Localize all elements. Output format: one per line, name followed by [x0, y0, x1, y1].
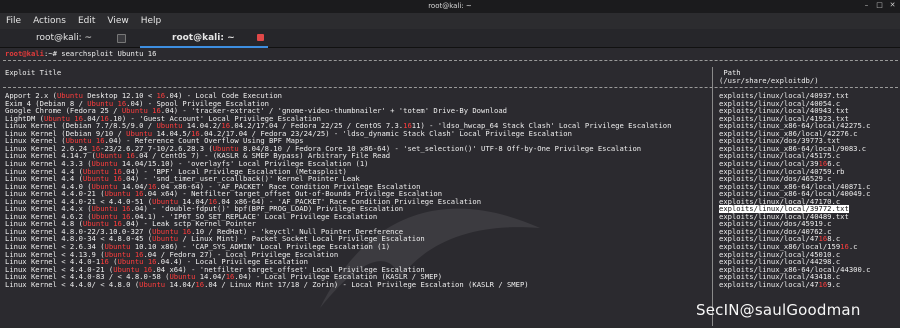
minimize-icon[interactable]: – [863, 2, 870, 9]
tab-close-icon[interactable] [257, 34, 264, 41]
exploit-path: exploits/linux/local/47169.c [719, 279, 841, 289]
maximize-icon[interactable]: □ [876, 2, 883, 9]
close-icon[interactable]: ✕ [889, 2, 896, 9]
tab-bar: root@kali: ~ root@kali: ~ [0, 29, 900, 48]
menu-actions[interactable]: Actions [27, 16, 72, 26]
exploit-title: Linux Kernel < 4.4.0/ < 4.8.0 (Ubuntu 14… [5, 279, 529, 289]
column-header-title: Exploit Title [5, 68, 62, 77]
window-title: root@kali: ~ [428, 2, 472, 10]
column-header-path-2: (/usr/share/exploitdb/) [719, 76, 819, 85]
tab-label: root@kali: ~ [172, 33, 235, 43]
window-titlebar: root@kali: ~ – □ ✕ [0, 0, 900, 13]
column-divider [712, 67, 713, 326]
tab-terminal-2[interactable]: root@kali: ~ [134, 30, 268, 48]
menu-bar: File Actions Edit View Help [0, 13, 900, 29]
divider-top [3, 60, 898, 61]
divider-header [3, 87, 898, 88]
watermark-text: SecIN@saulGoodman [696, 301, 861, 319]
menu-view[interactable]: View [101, 16, 134, 26]
command-prompt: root@kali:~# searchsploit Ubuntu 16 [5, 50, 156, 58]
terminal-output[interactable]: root@kali:~# searchsploit Ubuntu 16 Expl… [0, 48, 900, 326]
menu-edit[interactable]: Edit [72, 16, 101, 26]
tab-label: root@kali: ~ [36, 33, 93, 43]
tab-close-icon[interactable] [117, 34, 126, 43]
window-controls: – □ ✕ [863, 2, 896, 9]
prompt-command: :~# searchsploit Ubuntu 16 [43, 49, 157, 58]
prompt-user: root@kali [5, 49, 44, 58]
menu-help[interactable]: Help [135, 16, 168, 26]
menu-file[interactable]: File [0, 16, 27, 26]
tab-terminal-1[interactable]: root@kali: ~ [4, 30, 130, 46]
